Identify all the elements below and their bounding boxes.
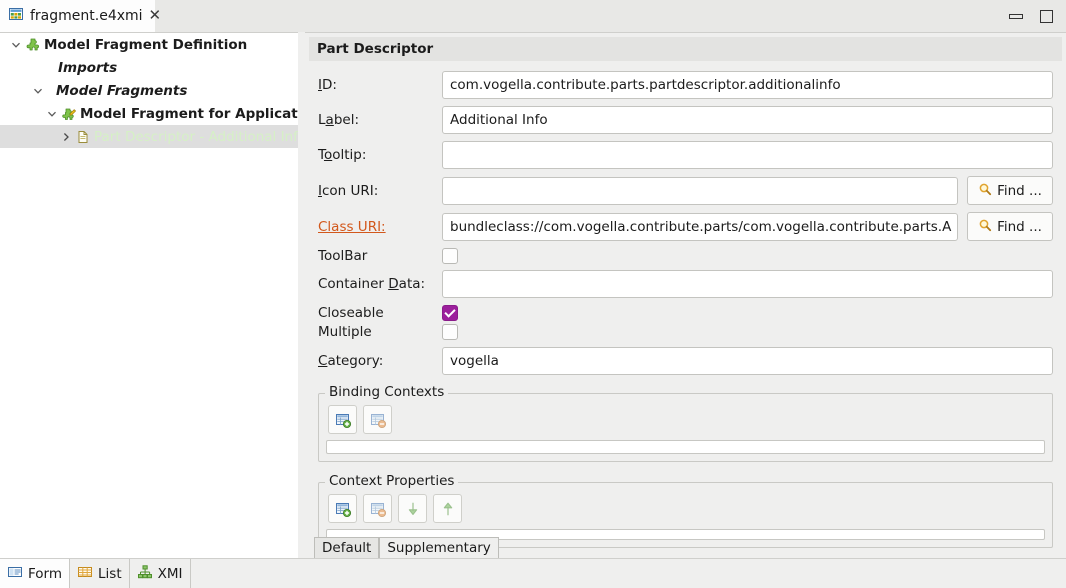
chevron-right-icon[interactable] bbox=[58, 132, 74, 142]
binding-contexts-list[interactable] bbox=[326, 440, 1045, 454]
form-inner-tabs: Default Supplementary bbox=[314, 537, 499, 558]
move-up-button[interactable] bbox=[433, 494, 462, 523]
tab-xmi[interactable]: XMI bbox=[130, 559, 191, 588]
icon-uri-field[interactable] bbox=[442, 176, 958, 205]
window-controls bbox=[1008, 0, 1060, 32]
tree-item-label: Model Fragments bbox=[56, 82, 188, 99]
icon-uri-label: Icon URI: bbox=[318, 182, 379, 199]
id-field[interactable]: com.vogella.contribute.parts.partdescrip… bbox=[442, 71, 1053, 99]
chevron-down-icon[interactable] bbox=[44, 109, 60, 119]
puzzle-edit-icon bbox=[60, 106, 78, 122]
close-icon[interactable]: ✕ bbox=[149, 8, 162, 23]
class-uri-find-button[interactable]: Find ... bbox=[967, 212, 1053, 241]
container-data-label: Container Data: bbox=[318, 276, 426, 292]
toolbar-checkbox[interactable] bbox=[442, 248, 458, 264]
panel-sash[interactable] bbox=[298, 32, 305, 558]
tab-form-label: Form bbox=[28, 565, 63, 582]
part-descriptor-form: Part Descriptor ID: com.vogella.contribu… bbox=[305, 32, 1066, 558]
context-properties-title: Context Properties bbox=[325, 473, 459, 489]
label-label: Label: bbox=[318, 112, 359, 128]
multiple-checkbox[interactable] bbox=[442, 324, 458, 340]
editor-page-tabs: Form List XMI bbox=[0, 558, 1066, 588]
tree-item-model-fragments[interactable]: Model Fragments bbox=[0, 79, 303, 102]
puzzle-icon bbox=[24, 37, 42, 53]
add-context-property-button[interactable] bbox=[328, 494, 357, 523]
category-field[interactable]: vogella bbox=[442, 347, 1053, 375]
maximize-icon[interactable] bbox=[1038, 8, 1054, 24]
tooltip-label: Tooltip: bbox=[318, 147, 367, 163]
page-title: Part Descriptor bbox=[309, 37, 1062, 61]
field-row-container-data: Container Data: bbox=[318, 270, 1053, 298]
tab-strip-filler bbox=[155, 0, 1066, 32]
remove-context-property-button[interactable] bbox=[363, 494, 392, 523]
tab-list-label: List bbox=[98, 565, 122, 582]
tab-supplementary[interactable]: Supplementary bbox=[379, 537, 499, 558]
editor-tab-label: fragment.e4xmi bbox=[30, 7, 143, 24]
field-row-toolbar: ToolBar bbox=[318, 248, 1053, 264]
add-binding-context-button[interactable] bbox=[328, 405, 357, 434]
icon-uri-find-label: Find ... bbox=[997, 182, 1042, 199]
move-down-button[interactable] bbox=[398, 494, 427, 523]
tree-item-label: Model Fragment for Application - bbox=[80, 105, 303, 122]
field-row-multiple: Multiple bbox=[318, 324, 1053, 340]
chevron-down-icon[interactable] bbox=[8, 40, 24, 50]
icon-uri-find-button[interactable]: Find ... bbox=[967, 176, 1053, 205]
table-icon bbox=[77, 564, 93, 584]
class-uri-field[interactable]: bundleclass://com.vogella.contribute.par… bbox=[442, 212, 958, 241]
tree-item-label: Model Fragment Definition bbox=[44, 36, 248, 53]
remove-binding-context-button[interactable] bbox=[363, 405, 392, 434]
editor-tab-fragment[interactable]: fragment.e4xmi ✕ bbox=[0, 0, 161, 32]
search-icon bbox=[978, 182, 992, 200]
context-properties-toolbar bbox=[328, 494, 1045, 523]
e4xmi-file-icon bbox=[8, 6, 24, 26]
hierarchy-icon bbox=[137, 564, 153, 584]
closeable-checkbox[interactable] bbox=[442, 305, 458, 321]
tree-item-imports[interactable]: Imports bbox=[0, 56, 303, 79]
toolbar-label: ToolBar bbox=[318, 248, 368, 264]
field-row-class-uri: Class URI: bundleclass://com.vogella.con… bbox=[318, 212, 1053, 241]
search-icon bbox=[978, 218, 992, 236]
field-row-label: Label: Additional Info bbox=[318, 106, 1053, 134]
binding-contexts-group: Binding Contexts bbox=[318, 384, 1053, 462]
file-icon bbox=[74, 129, 92, 145]
class-uri-find-label: Find ... bbox=[997, 218, 1042, 235]
tooltip-field[interactable] bbox=[442, 141, 1053, 169]
tab-form[interactable]: Form bbox=[0, 559, 71, 588]
class-uri-link[interactable]: Class URI: bbox=[318, 219, 442, 235]
tree-item-label: Part Descriptor - Additional Inf bbox=[94, 128, 298, 145]
tab-list[interactable]: List bbox=[70, 559, 130, 588]
field-row-category: Category: vogella bbox=[318, 347, 1053, 375]
tree-item-part-descriptor[interactable]: Part Descriptor - Additional Inf bbox=[0, 125, 303, 148]
container-data-field[interactable] bbox=[442, 270, 1053, 298]
multiple-label: Multiple bbox=[318, 324, 372, 340]
id-label: ID: bbox=[318, 77, 337, 93]
tab-xmi-label: XMI bbox=[157, 565, 183, 582]
label-field[interactable]: Additional Info bbox=[442, 106, 1053, 134]
binding-contexts-title: Binding Contexts bbox=[325, 384, 449, 400]
titlebar: fragment.e4xmi ✕ bbox=[0, 0, 1066, 32]
eclipse-e4-model-editor: fragment.e4xmi ✕ Model Fragment Definiti… bbox=[0, 0, 1066, 588]
form-body: ID: com.vogella.contribute.parts.partdes… bbox=[305, 61, 1066, 548]
category-label: Category: bbox=[318, 353, 384, 369]
minimize-icon[interactable] bbox=[1008, 8, 1024, 24]
tree-item-model-fragment-for-application[interactable]: Model Fragment for Application - bbox=[0, 102, 303, 125]
form-icon bbox=[7, 564, 23, 584]
chevron-down-icon[interactable] bbox=[30, 86, 46, 96]
field-row-tooltip: Tooltip: bbox=[318, 141, 1053, 169]
tab-default[interactable]: Default bbox=[314, 537, 380, 558]
binding-contexts-toolbar bbox=[328, 405, 1045, 434]
field-row-id: ID: com.vogella.contribute.parts.partdes… bbox=[318, 71, 1053, 99]
binding-contexts-inner bbox=[318, 405, 1053, 462]
field-row-closeable: Closeable bbox=[318, 305, 1053, 321]
model-tree[interactable]: Model Fragment Definition Imports Model … bbox=[0, 32, 304, 558]
tree-item-label: Imports bbox=[58, 59, 118, 76]
field-row-icon-uri: Icon URI: Find ... bbox=[318, 176, 1053, 205]
tree-item-model-fragment-definition[interactable]: Model Fragment Definition bbox=[0, 33, 303, 56]
closeable-label: Closeable bbox=[318, 305, 384, 321]
